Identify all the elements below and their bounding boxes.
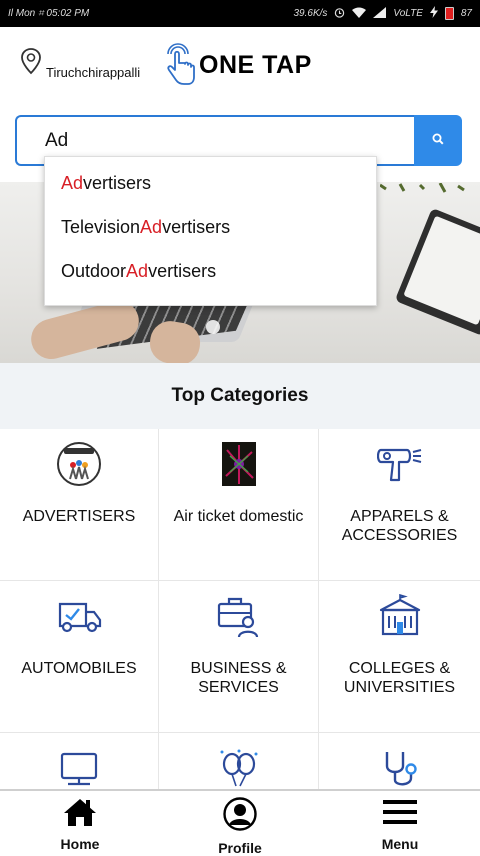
network-speed: 39.6K/s xyxy=(293,8,328,19)
truck-icon xyxy=(55,593,103,639)
plant-leaves xyxy=(379,182,480,193)
balloons-icon xyxy=(215,745,263,789)
wifi-icon xyxy=(352,7,367,21)
category-events[interactable] xyxy=(159,733,319,789)
categories-grid: ADVERTISERS Air ticket domestic APPARELS… xyxy=(0,429,480,789)
category-label: BUSINESS & SERVICES xyxy=(190,660,287,696)
category-label: Air ticket domestic xyxy=(173,508,304,525)
nav-profile[interactable]: Profile xyxy=(160,791,320,856)
network-type: VoLTE xyxy=(393,8,423,19)
categories-title: Top Categories xyxy=(171,385,309,406)
college-building-icon xyxy=(376,593,424,639)
status-time: Il Mon ⌗ 05:02 PM xyxy=(8,8,90,19)
nav-profile-label: Profile xyxy=(218,840,262,856)
category-business[interactable]: BUSINESS & SERVICES xyxy=(159,581,319,733)
category-label: APPARELS & ACCESSORIES xyxy=(341,508,458,544)
charging-icon xyxy=(429,6,438,21)
search-icon xyxy=(432,132,444,150)
suggestion-item[interactable]: Outdoor Ad vertisers xyxy=(45,249,376,293)
logo-text: ONE TAP xyxy=(199,51,312,79)
tap-hand-icon xyxy=(163,40,197,91)
alarm-icon xyxy=(334,7,345,21)
category-label: AUTOMOBILES xyxy=(21,660,137,677)
advertisers-logo-icon xyxy=(55,441,103,487)
search-suggestions: Ad vertisers Television Ad vertisers Outdo… xyxy=(44,156,377,306)
search-button[interactable] xyxy=(414,115,462,166)
signal-icon xyxy=(373,6,387,21)
location-pin-icon xyxy=(20,47,42,80)
air-ticket-image-icon xyxy=(215,441,263,487)
stethoscope-icon xyxy=(376,745,424,789)
battery-level: 87 xyxy=(460,8,472,19)
location-selector[interactable]: Tiruchchirappalli xyxy=(20,47,140,80)
category-apparels[interactable]: APPARELS & ACCESSORIES xyxy=(319,429,480,581)
hair-dryer-icon xyxy=(376,441,424,487)
category-automobiles[interactable]: AUTOMOBILES xyxy=(0,581,159,733)
profile-icon xyxy=(223,797,257,836)
carousel-indicator[interactable] xyxy=(206,320,220,334)
category-medical[interactable] xyxy=(319,733,480,789)
categories-header: Top Categories xyxy=(0,363,480,429)
nav-menu-label: Menu xyxy=(381,836,419,852)
app-header: Tiruchchirappalli ONE TAP xyxy=(0,27,480,102)
nav-home-label: Home xyxy=(60,836,100,852)
menu-icon xyxy=(382,797,418,832)
suggestion-item[interactable]: Ad vertisers xyxy=(45,161,376,205)
category-air-ticket[interactable]: Air ticket domestic xyxy=(159,429,319,581)
bottom-navigation: Home Profile Menu xyxy=(0,789,480,856)
briefcase-person-icon xyxy=(215,593,263,639)
computer-icon xyxy=(55,745,103,789)
category-computers[interactable] xyxy=(0,733,159,789)
category-label: ADVERTISERS xyxy=(22,508,136,525)
nav-menu[interactable]: Menu xyxy=(320,791,480,853)
location-label: Tiruchchirappalli xyxy=(46,65,141,80)
category-label: COLLEGES & UNIVERSITIES xyxy=(343,660,456,696)
nav-home[interactable]: Home xyxy=(0,791,160,853)
category-advertisers[interactable]: ADVERTISERS xyxy=(0,429,159,581)
suggestion-item[interactable]: Television Ad vertisers xyxy=(45,205,376,249)
home-icon xyxy=(63,797,97,832)
battery-icon xyxy=(444,7,454,20)
app-logo[interactable]: ONE TAP xyxy=(163,40,312,91)
status-bar: Il Mon ⌗ 05:02 PM 39.6K/s VoLTE 87 xyxy=(0,0,480,27)
category-colleges[interactable]: COLLEGES & UNIVERSITIES xyxy=(319,581,480,733)
